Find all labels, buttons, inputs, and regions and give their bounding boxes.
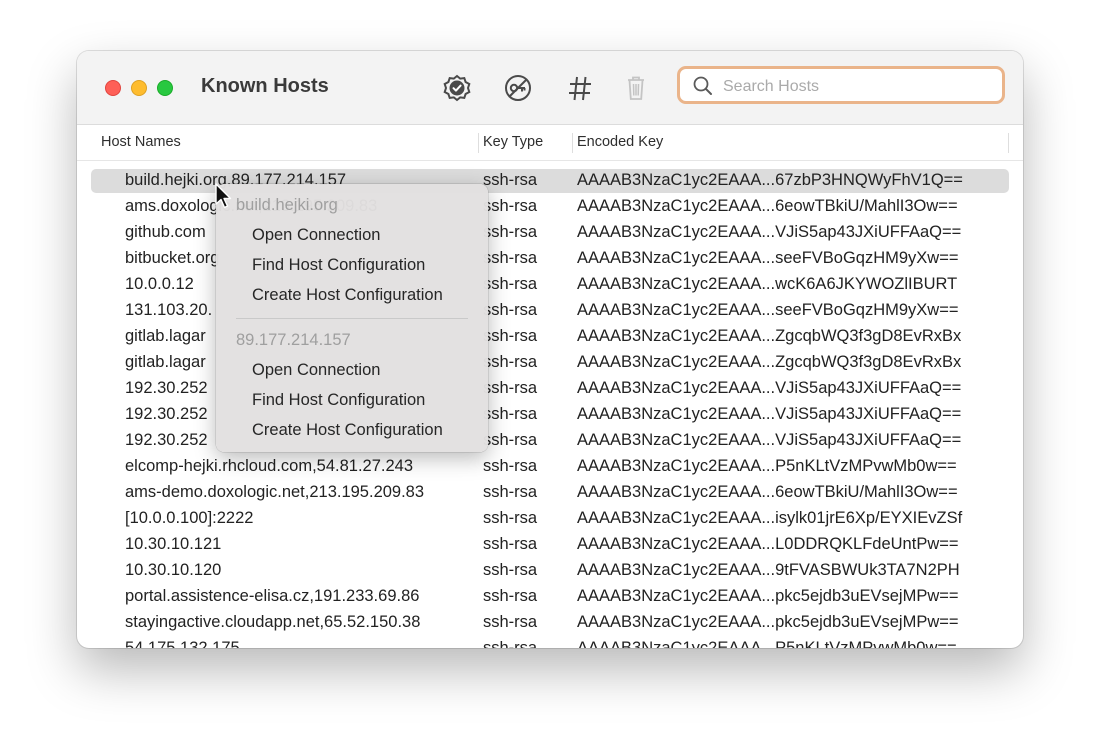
key-type-cell: ssh-rsa xyxy=(483,509,538,527)
host-name-cell: elcomp-hejki.rhcloud.com,54.81.27.243 xyxy=(125,457,414,475)
verify-badge-icon xyxy=(443,74,471,102)
table-row[interactable]: stayingactive.cloudapp.net,65.52.150.38 s… xyxy=(77,610,1023,636)
menu-item-create-host-configuration[interactable]: Create Host Configuration xyxy=(252,286,443,305)
context-menu-header-hostname: build.hejki.org xyxy=(236,196,338,214)
host-name-cell: 192.30.252 xyxy=(125,405,208,423)
encoded-key-cell: AAAAB3NzaC1yc2EAAA...6eowTBkiU/MahlI3Ow=… xyxy=(577,483,958,501)
host-name-cell: portal.assistence-elisa.cz,191.233.69.86 xyxy=(125,587,420,605)
table-row[interactable]: elcomp-hejki.rhcloud.com,54.81.27.243 ssh… xyxy=(77,454,1023,480)
table-row[interactable]: [10.0.0.100]:2222 ssh-rsa AAAAB3NzaC1yc2EA… xyxy=(77,506,1023,532)
host-name-cell: 131.103.20. xyxy=(125,301,213,319)
hide-key-button[interactable] xyxy=(501,71,535,105)
host-name-cell: gitlab.lagar xyxy=(125,353,206,371)
column-header-host-names[interactable]: Host Names xyxy=(101,134,181,150)
zoom-window-button[interactable] xyxy=(157,80,173,96)
key-type-cell: ssh-rsa xyxy=(483,275,538,293)
host-name-cell: bitbucket.org xyxy=(125,249,220,267)
hide-key-icon xyxy=(505,75,531,101)
encoded-key-cell: AAAAB3NzaC1yc2EAAA...VJiS5ap43JXiUFFAaQ=… xyxy=(577,223,962,241)
encoded-key-cell: AAAAB3NzaC1yc2EAAA...seeFVBoGqzHM9yXw== xyxy=(577,301,959,319)
mouse-cursor-icon xyxy=(215,183,232,209)
menu-separator xyxy=(236,318,468,319)
table-header: Host Names Key Type Encoded Key xyxy=(77,125,1023,161)
encoded-key-cell: AAAAB3NzaC1yc2EAAA...isylk01jrE6Xp/EYXIE… xyxy=(577,509,963,527)
key-type-cell: ssh-rsa xyxy=(483,639,538,648)
host-name-cell: 10.30.10.121 xyxy=(125,535,222,553)
table-row[interactable]: ams-demo.doxologic.net,213.195.209.83 ssh… xyxy=(77,480,1023,506)
search-field[interactable] xyxy=(677,66,1005,104)
key-type-cell: ssh-rsa xyxy=(483,379,538,397)
key-type-cell: ssh-rsa xyxy=(483,249,538,267)
encoded-key-cell: AAAAB3NzaC1yc2EAAA...seeFVBoGqzHM9yXw== xyxy=(577,249,959,267)
encoded-key-cell: AAAAB3NzaC1yc2EAAA...67zbP3HNQWyFhV1Q== xyxy=(577,171,963,189)
encoded-key-cell: AAAAB3NzaC1yc2EAAA...6eowTBkiU/MahlI3Ow=… xyxy=(577,197,958,215)
encoded-key-cell: AAAAB3NzaC1yc2EAAA...VJiS5ap43JXiUFFAaQ=… xyxy=(577,379,962,397)
menu-item-open-connection[interactable]: Open Connection xyxy=(252,226,380,245)
host-name-cell: 192.30.252 xyxy=(125,431,208,449)
host-name-cell: stayingactive.cloudapp.net,65.52.150.38 xyxy=(125,613,421,631)
encoded-key-cell: AAAAB3NzaC1yc2EAAA...pkc5ejdb3uEVsejMPw=… xyxy=(577,587,959,605)
window-title: Known Hosts xyxy=(201,75,329,97)
key-type-cell: ssh-rsa xyxy=(483,457,538,475)
key-type-cell: ssh-rsa xyxy=(483,223,538,241)
host-name-cell: github.com xyxy=(125,223,206,241)
host-name-cell: ams-demo.doxologic.net,213.195.209.83 xyxy=(125,483,425,501)
toolbar: Known Hosts xyxy=(77,51,1023,125)
encoded-key-cell: AAAAB3NzaC1yc2EAAA...ZgcqbWQ3f3gD8EvRxBx xyxy=(577,327,962,345)
key-type-cell: ssh-rsa xyxy=(483,171,538,189)
column-divider[interactable] xyxy=(478,133,479,153)
encoded-key-cell: AAAAB3NzaC1yc2EAAA...VJiS5ap43JXiUFFAaQ=… xyxy=(577,431,962,449)
key-type-cell: ssh-rsa xyxy=(483,327,538,345)
table-row[interactable]: 54.175.132.175 ssh-rsa AAAAB3NzaC1yc2EAAA.… xyxy=(77,636,1023,648)
host-name-cell: [10.0.0.100]:2222 xyxy=(125,509,254,527)
encoded-key-cell: AAAAB3NzaC1yc2EAAA...9tFVASBWUk3TA7N2PH xyxy=(577,561,960,579)
hash-icon xyxy=(569,76,591,101)
key-type-cell: ssh-rsa xyxy=(483,535,538,553)
table-row[interactable]: 10.30.10.121 ssh-rsa AAAAB3NzaC1yc2EAAA...… xyxy=(77,532,1023,558)
minimize-window-button[interactable] xyxy=(131,80,147,96)
key-type-cell: ssh-rsa xyxy=(483,353,538,371)
encoded-key-cell: AAAAB3NzaC1yc2EAAA...wcK6A6JKYWOZlIBURT xyxy=(577,275,958,293)
encoded-key-cell: AAAAB3NzaC1yc2EAAA...P5nKLtVzMPvwMb0w== xyxy=(577,457,957,475)
menu-item-create-host-configuration[interactable]: Create Host Configuration xyxy=(252,421,443,440)
encoded-key-cell: AAAAB3NzaC1yc2EAAA...L0DDRQKLFdeUntPw== xyxy=(577,535,959,553)
hash-button[interactable] xyxy=(563,71,597,105)
host-name-cell: gitlab.lagar xyxy=(125,327,206,345)
verify-button[interactable] xyxy=(440,71,474,105)
search-icon xyxy=(693,76,712,95)
key-type-cell: ssh-rsa xyxy=(483,483,538,501)
encoded-key-cell: AAAAB3NzaC1yc2EAAA...VJiS5ap43JXiUFFAaQ=… xyxy=(577,405,962,423)
menu-item-find-host-configuration[interactable]: Find Host Configuration xyxy=(252,391,425,410)
close-window-button[interactable] xyxy=(105,80,121,96)
key-type-cell: ssh-rsa xyxy=(483,561,538,579)
menu-item-find-host-configuration[interactable]: Find Host Configuration xyxy=(252,256,425,275)
key-type-cell: ssh-rsa xyxy=(483,405,538,423)
host-name-cell: 54.175.132.175 xyxy=(125,639,240,648)
delete-button[interactable] xyxy=(619,71,653,105)
key-type-cell: ssh-rsa xyxy=(483,613,538,631)
key-type-cell: ssh-rsa xyxy=(483,431,538,449)
encoded-key-cell: AAAAB3NzaC1yc2EAAA...P5nKLtVzMPvwMb0w== xyxy=(577,639,957,648)
key-type-cell: ssh-rsa xyxy=(483,197,538,215)
column-divider[interactable] xyxy=(572,133,573,153)
encoded-key-cell: AAAAB3NzaC1yc2EAAA...ZgcqbWQ3f3gD8EvRxBx xyxy=(577,353,962,371)
trash-icon xyxy=(628,76,644,100)
table-row[interactable]: portal.assistence-elisa.cz,191.233.69.86… xyxy=(77,584,1023,610)
encoded-key-cell: AAAAB3NzaC1yc2EAAA...pkc5ejdb3uEVsejMPw=… xyxy=(577,613,959,631)
context-menu-header-ip: 89.177.214.157 xyxy=(236,331,351,349)
column-header-encoded-key[interactable]: Encoded Key xyxy=(577,134,663,150)
column-divider[interactable] xyxy=(1008,133,1009,153)
menu-item-open-connection[interactable]: Open Connection xyxy=(252,361,380,380)
host-name-cell: 10.30.10.120 xyxy=(125,561,222,579)
key-type-cell: ssh-rsa xyxy=(483,587,538,605)
key-type-cell: ssh-rsa xyxy=(483,301,538,319)
column-header-key-type[interactable]: Key Type xyxy=(483,134,543,150)
table-row[interactable]: 10.30.10.120 ssh-rsa AAAAB3NzaC1yc2EAAA...… xyxy=(77,558,1023,584)
search-input[interactable] xyxy=(721,75,995,99)
context-menu: build.hejki.org Open Connection Find Hos… xyxy=(216,184,488,452)
host-name-cell: 10.0.0.12 xyxy=(125,275,194,293)
host-name-cell: 192.30.252 xyxy=(125,379,208,397)
